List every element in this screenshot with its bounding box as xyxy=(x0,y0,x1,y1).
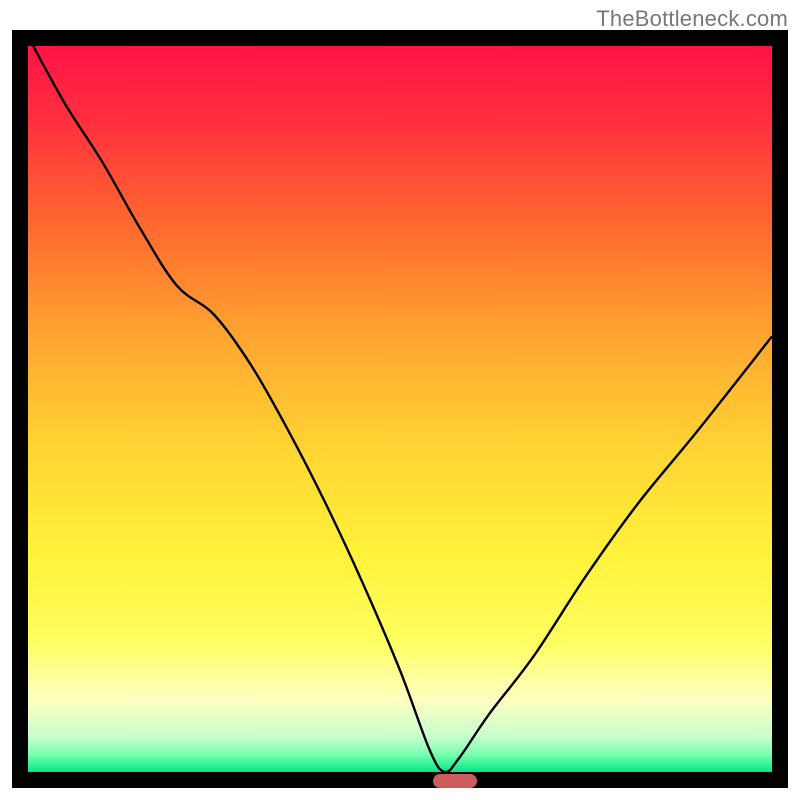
optimal-marker xyxy=(433,774,477,788)
gradient-background xyxy=(28,46,772,772)
watermark: TheBottleneck.com xyxy=(596,6,788,32)
chart-svg xyxy=(0,0,800,800)
chart-container: TheBottleneck.com xyxy=(0,0,800,800)
